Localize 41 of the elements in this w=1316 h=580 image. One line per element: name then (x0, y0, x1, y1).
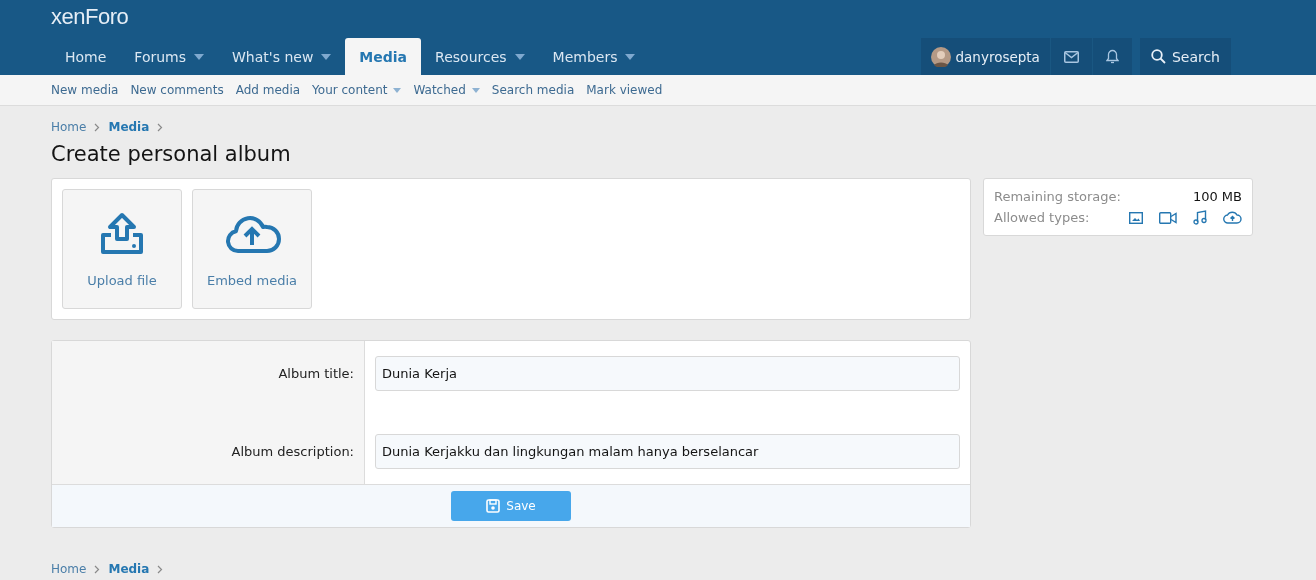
bell-icon (1105, 49, 1119, 64)
breadcrumb-link[interactable]: Home (51, 562, 87, 576)
breadcrumb-link[interactable]: Home (51, 120, 87, 134)
nav-tab[interactable]: What's new (218, 38, 346, 75)
input-field[interactable]: Dunia Kerjakku dan lingkungan malam hanya berselancar (375, 434, 960, 469)
site-logo[interactable]: xenForo (51, 0, 129, 30)
cloud-upload-icon (1223, 211, 1242, 224)
subnav-link[interactable]: Mark viewed (580, 83, 669, 97)
music-note-icon (1193, 210, 1207, 225)
breadcrumb-link[interactable]: Media (108, 120, 150, 134)
chevron-icon (94, 564, 101, 574)
nav-tab[interactable]: Media (345, 38, 422, 75)
search-button[interactable]: Search (1139, 38, 1231, 75)
add-media-tile[interactable]: Upload file (62, 189, 182, 309)
nav-tab[interactable]: Home (51, 38, 121, 75)
breadcrumb-link[interactable]: Media (108, 562, 150, 576)
field-label: Album description: (231, 444, 354, 459)
video-camera-icon (1159, 211, 1177, 224)
storage-label: Remaining storage: (994, 189, 1121, 204)
nav-tab[interactable]: Resources (421, 38, 539, 75)
chevron-icon (157, 122, 164, 132)
envelope-icon (1063, 50, 1079, 63)
subnav-link[interactable]: New media (45, 83, 125, 97)
nav-tab[interactable]: Forums (120, 38, 219, 75)
types-label: Allowed types: (994, 210, 1090, 225)
subnav-link[interactable]: Add media (229, 83, 307, 97)
subnav-link[interactable]: Your content (306, 83, 408, 97)
subnav-link[interactable]: New comments (124, 83, 230, 97)
avatar-icon (930, 46, 951, 67)
storage-value: 100 MB (1192, 189, 1242, 204)
page-title: Create personal album (51, 142, 292, 166)
field-label: Album title: (278, 366, 354, 381)
add-media-tile[interactable]: Embed media (192, 189, 312, 309)
subnav-link[interactable]: Watched (407, 83, 486, 97)
chevron-icon (157, 564, 164, 574)
search-icon (1150, 49, 1166, 64)
chevron-icon (94, 122, 101, 132)
nav-tab[interactable]: Members (538, 38, 650, 75)
image-icon (1129, 211, 1143, 224)
subnav-link[interactable]: Search media (485, 83, 581, 97)
input-field[interactable]: Dunia Kerja (375, 356, 960, 391)
